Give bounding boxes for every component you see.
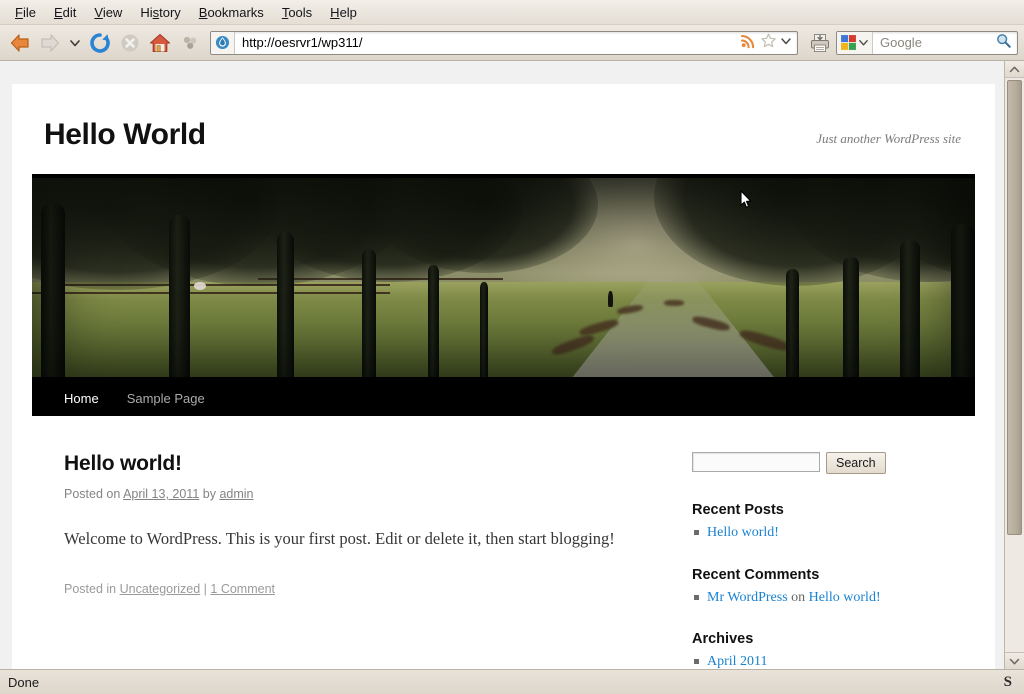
header-leaf-pile <box>663 300 684 307</box>
list-item: Mr WordPress on Hello world! <box>692 587 957 609</box>
widget-title: Archives <box>692 631 754 648</box>
sidebar-search-form: Search <box>692 452 957 474</box>
star-bookmark-icon[interactable] <box>760 32 777 54</box>
url-dropdown-icon[interactable] <box>780 34 792 52</box>
comment-author-link[interactable]: Mr WordPress <box>707 590 788 605</box>
search-bar[interactable]: Google <box>836 30 1018 55</box>
header-tree-trunk <box>41 202 66 381</box>
header-tree-trunk <box>479 281 488 381</box>
comment-on-text: on <box>787 589 809 605</box>
site-title[interactable]: Hello World <box>44 118 206 151</box>
post-title[interactable]: Hello world! <box>64 452 662 476</box>
menu-edit[interactable]: Edit <box>45 3 85 22</box>
back-button[interactable] <box>6 29 34 57</box>
menu-tools[interactable]: Tools <box>273 3 321 22</box>
header-tree-trunk <box>277 231 295 381</box>
menu-bar: File Edit View History Bookmarks Tools H… <box>0 0 1024 25</box>
post-meta-prefix: Posted on <box>64 487 124 501</box>
widget-archives: Archives April 2011 <box>692 631 957 669</box>
header-fence-rail <box>32 291 391 294</box>
scroll-down-arrow[interactable] <box>1005 652 1024 669</box>
post-category-link[interactable]: Uncategorized <box>120 582 201 596</box>
post-footer: Posted in Uncategorized | 1 Comment <box>64 582 662 596</box>
search-input[interactable]: Google <box>873 35 995 50</box>
vertical-scrollbar[interactable] <box>1004 61 1024 669</box>
post-meta-by: by <box>199 487 220 501</box>
post-comments-link[interactable]: 1 Comment <box>210 582 275 596</box>
post-meta: Posted on April 13, 2011 by admin <box>64 487 662 501</box>
sharing-button[interactable] <box>176 29 204 57</box>
comment-post-link[interactable]: Hello world! <box>809 590 881 605</box>
url-text[interactable]: http://oesrvr1/wp311/ <box>235 35 740 50</box>
rss-feed-icon[interactable] <box>740 32 757 54</box>
status-corner-icon[interactable]: S <box>1004 674 1016 691</box>
header-tree-trunk <box>951 223 975 381</box>
widget-list: Hello world! <box>692 522 957 544</box>
reload-button[interactable] <box>86 29 114 57</box>
widget-title: Recent Comments <box>692 566 820 583</box>
post-date-link[interactable]: April 13, 2011 <box>123 487 199 501</box>
primary-navigation: Home Sample Page <box>32 381 975 416</box>
header-tree-trunk <box>168 215 190 381</box>
sidebar-column: Search Recent Posts Hello world! Recent … <box>692 416 975 669</box>
menu-file[interactable]: File <box>6 3 45 22</box>
nav-item-sample-page[interactable]: Sample Page <box>113 381 219 416</box>
header-tree-trunk <box>786 269 800 381</box>
wordpress-site: Hello World Just another WordPress site <box>12 84 995 669</box>
widget-list: April 2011 <box>692 651 957 669</box>
list-item: Hello world! <box>692 522 957 544</box>
status-bar: Done S <box>0 669 1024 694</box>
list-item: April 2011 <box>692 651 957 669</box>
header-tree-trunk <box>362 248 377 381</box>
print-button[interactable] <box>806 29 834 57</box>
post-footer-separator: | <box>200 581 211 596</box>
home-button[interactable] <box>146 29 174 57</box>
main-columns: Hello world! Posted on April 13, 2011 by… <box>12 416 995 669</box>
sidebar-search-button[interactable]: Search <box>826 452 886 474</box>
sidebar-search-input[interactable] <box>692 452 820 472</box>
status-text: Done <box>8 674 40 690</box>
header-tree-trunk <box>428 265 440 381</box>
page-favicon-icon <box>211 31 235 54</box>
google-icon <box>841 35 856 50</box>
widget-recent-comments: Recent Comments Mr WordPress on Hello wo… <box>692 567 957 609</box>
menu-history[interactable]: History <box>131 3 189 22</box>
scroll-up-arrow[interactable] <box>1005 61 1024 78</box>
scroll-track[interactable] <box>1005 78 1024 652</box>
widget-title: Recent Posts <box>692 502 784 518</box>
content-column: Hello world! Posted on April 13, 2011 by… <box>32 416 692 669</box>
stop-button <box>116 29 144 57</box>
menu-view[interactable]: View <box>85 3 131 22</box>
header-letterbox-top <box>32 174 975 178</box>
archive-link[interactable]: April 2011 <box>707 654 768 669</box>
magnifier-icon[interactable] <box>995 32 1017 54</box>
post-body: Welcome to WordPress. This is your first… <box>64 529 615 548</box>
forward-button <box>36 29 64 57</box>
post-footer-prefix: Posted in <box>64 581 120 596</box>
header-tree-trunk <box>842 256 859 381</box>
post-author-link[interactable]: admin <box>219 487 253 501</box>
menu-help[interactable]: Help <box>321 3 366 22</box>
site-header: Hello World Just another WordPress site <box>12 84 995 151</box>
header-person <box>608 290 614 307</box>
header-letterbox-bottom <box>32 377 975 381</box>
header-sheep <box>194 281 207 290</box>
content-viewport: Hello World Just another WordPress site <box>0 61 1024 669</box>
header-image[interactable] <box>32 174 975 381</box>
browser-window: File Edit View History Bookmarks Tools H… <box>0 0 1024 694</box>
menu-bookmarks[interactable]: Bookmarks <box>190 3 273 22</box>
site-description: Just another WordPress site <box>816 131 961 146</box>
widget-list: Mr WordPress on Hello world! <box>692 587 957 609</box>
recent-post-link[interactable]: Hello world! <box>707 525 779 540</box>
navigation-toolbar: http://oesrvr1/wp311/ Google <box>0 25 1024 61</box>
url-bar[interactable]: http://oesrvr1/wp311/ <box>210 30 798 55</box>
chevron-down-icon <box>859 39 868 46</box>
web-page: Hello World Just another WordPress site <box>0 61 1004 669</box>
history-dropdown-button[interactable] <box>66 29 84 57</box>
scroll-thumb[interactable] <box>1007 80 1022 535</box>
nav-item-home[interactable]: Home <box>50 381 113 416</box>
header-tree-trunk <box>899 240 920 381</box>
search-engine-selector[interactable] <box>837 31 873 54</box>
widget-recent-posts: Recent Posts Hello world! <box>692 502 957 544</box>
